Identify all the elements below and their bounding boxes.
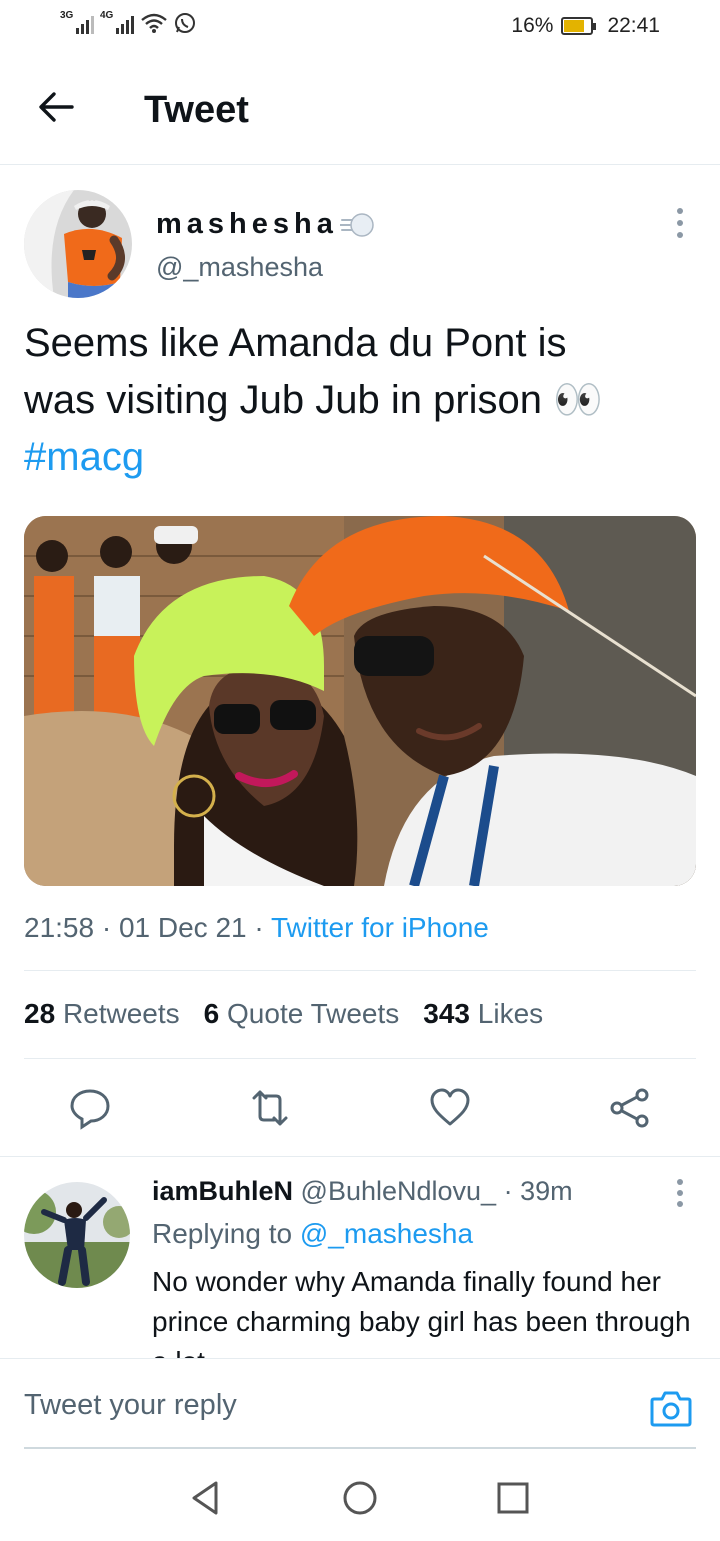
reply-display-name[interactable]: iamBuhleN	[152, 1176, 293, 1206]
sim2-signal-icon: 4G	[100, 10, 134, 34]
share-icon[interactable]	[608, 1086, 652, 1130]
author-handle[interactable]: @_mashesha	[156, 252, 323, 283]
wifi-icon	[141, 13, 167, 33]
status-bar: 3G 4G 16% 22:41	[0, 0, 720, 55]
divider	[24, 970, 696, 971]
whatsapp-icon	[175, 13, 195, 33]
tweet-stats: 28 Retweets 6 Quote Tweets 343 Likes	[24, 998, 543, 1030]
reply-text: No wonder why Amanda finally found her p…	[152, 1266, 691, 1358]
replying-to: Replying to @_mashesha	[152, 1218, 474, 1249]
battery-icon	[561, 17, 597, 35]
retweet-icon[interactable]	[248, 1086, 292, 1130]
reply-age: · 39m	[503, 1176, 573, 1206]
author-avatar[interactable]	[24, 190, 132, 298]
more-vertical-icon[interactable]	[668, 206, 692, 240]
likes-stat[interactable]: 343 Likes	[423, 998, 543, 1030]
nav-home-icon[interactable]	[340, 1478, 380, 1518]
battery-percent: 16%	[511, 14, 554, 37]
tweet-timestamp: 21:58 · 01 Dec 21 · Twitter for iPhone	[24, 912, 489, 943]
quote-tweets-stat[interactable]: 6 Quote Tweets	[204, 998, 400, 1030]
reply-icon[interactable]	[68, 1086, 112, 1130]
sim1-signal-icon: 3G	[60, 10, 94, 34]
tweet-text: Seems like Amanda du Pont is was visitin…	[24, 315, 684, 486]
reply-author-avatar[interactable]	[24, 1182, 130, 1288]
tweet-photo[interactable]	[24, 516, 696, 886]
like-icon[interactable]	[428, 1086, 472, 1130]
divider	[24, 1058, 696, 1059]
tweet-text-line1: Seems like Amanda du Pont is	[24, 321, 567, 365]
page-title: Tweet	[144, 89, 249, 131]
hashtag-link[interactable]: #macg	[24, 429, 684, 486]
back-arrow-icon[interactable]	[34, 85, 78, 129]
more-vertical-icon[interactable]	[668, 1178, 692, 1208]
tweet-source-link[interactable]: Twitter for iPhone	[271, 912, 489, 943]
system-nav-bar	[0, 1450, 720, 1541]
tweet-time: 21:58	[24, 912, 95, 943]
nav-back-icon[interactable]	[186, 1478, 226, 1518]
tweet-text-line2: was visiting Jub Jub in prison 👀	[24, 378, 603, 422]
replying-to-handle[interactable]: @_mashesha	[300, 1218, 473, 1249]
reply-compose-bar: Tweet your reply	[0, 1358, 720, 1449]
tweet-date: 01 Dec 21	[118, 912, 247, 943]
cloud-emoji-icon	[339, 212, 374, 237]
nav-recents-icon[interactable]	[493, 1478, 533, 1518]
author-display-name[interactable]: mashesha	[156, 208, 376, 241]
top-app-bar: Tweet	[0, 55, 720, 165]
retweets-stat[interactable]: 28 Retweets	[24, 998, 180, 1030]
section-separator	[0, 1156, 720, 1157]
clock: 22:41	[607, 14, 660, 37]
camera-icon[interactable]	[650, 1389, 692, 1427]
author-name-text: mashesha	[156, 208, 338, 240]
reply-input[interactable]: Tweet your reply	[24, 1389, 237, 1422]
reply-handle[interactable]: @BuhleNdlovu_	[301, 1176, 497, 1206]
tweet-action-bar	[0, 1086, 720, 1130]
reply-input-underline	[24, 1447, 696, 1449]
reply-header: iamBuhleN @BuhleNdlovu_ · 39m	[152, 1176, 573, 1207]
